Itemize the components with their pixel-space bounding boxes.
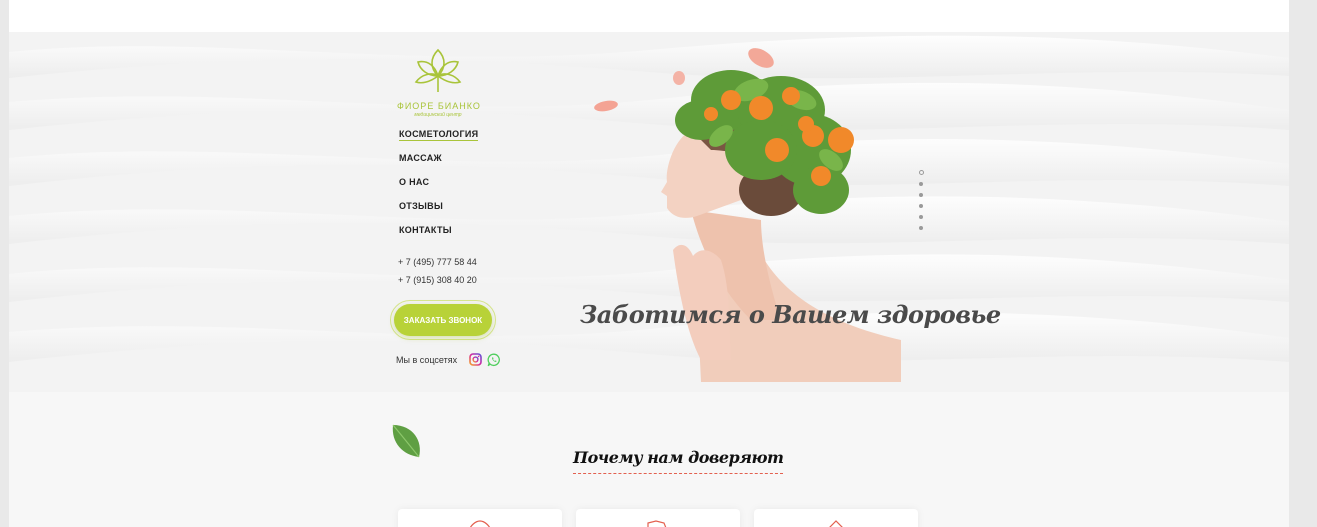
phone-number-2[interactable]: + 7 (915) 308 40 20 bbox=[398, 271, 477, 289]
slider-dot[interactable] bbox=[918, 170, 924, 175]
feature-card[interactable] bbox=[398, 509, 562, 527]
hero-slogan: Заботимся о Вашем здоровье bbox=[580, 300, 1001, 329]
window-gutter bbox=[1289, 0, 1317, 527]
instagram-icon[interactable] bbox=[469, 353, 482, 366]
nav-item-label: КОНТАКТЫ bbox=[399, 225, 452, 235]
brand-logo[interactable]: ФИОРЕ БИАНКО медицинский центр bbox=[397, 46, 481, 118]
feature-icon bbox=[647, 520, 667, 527]
brand-tagline: медицинский центр bbox=[414, 112, 462, 118]
slider-dot[interactable] bbox=[919, 182, 923, 186]
nav-item-about[interactable]: О НАС bbox=[399, 176, 478, 200]
leaf-icon bbox=[392, 424, 420, 458]
whatsapp-icon[interactable] bbox=[487, 353, 501, 367]
nav-item-label: КОСМЕТОЛОГИЯ bbox=[399, 129, 479, 141]
feature-card[interactable] bbox=[576, 509, 740, 527]
callback-button[interactable]: ЗАКАЗАТЬ ЗВОНОК bbox=[394, 304, 492, 336]
feature-card[interactable] bbox=[754, 509, 918, 527]
top-band bbox=[9, 0, 1289, 32]
slider-dot[interactable] bbox=[919, 226, 923, 230]
nav-item-massage[interactable]: МАССАЖ bbox=[399, 152, 478, 176]
hero-image bbox=[594, 48, 901, 382]
phone-number-1[interactable]: + 7 (495) 777 58 44 bbox=[398, 253, 477, 271]
social-links: Мы в соцсетях bbox=[396, 353, 501, 367]
callback-button-ring: ЗАКАЗАТЬ ЗВОНОК bbox=[390, 300, 496, 340]
why-trust-title: Почему нам доверяют bbox=[573, 448, 784, 474]
nav-item-contacts[interactable]: КОНТАКТЫ bbox=[399, 224, 478, 248]
feature-icon bbox=[469, 520, 491, 527]
slider-dot[interactable] bbox=[919, 193, 923, 197]
page: ФИОРЕ БИАНКО медицинский центр КОСМЕТОЛО… bbox=[9, 0, 1289, 527]
nav-item-label: О НАС bbox=[399, 177, 430, 187]
brand-name: ФИОРЕ БИАНКО bbox=[397, 101, 481, 111]
phone-list: + 7 (495) 777 58 44 + 7 (915) 308 40 20 bbox=[398, 253, 477, 289]
nav-item-cosmetology[interactable]: КОСМЕТОЛОГИЯ bbox=[399, 128, 479, 152]
social-label: Мы в соцсетях bbox=[396, 355, 458, 365]
main-nav: КОСМЕТОЛОГИЯ МАССАЖ О НАС ОТЗЫВЫ КОНТАКТ… bbox=[399, 128, 479, 248]
nav-item-label: МАССАЖ bbox=[399, 153, 442, 163]
slider-pagination bbox=[918, 170, 924, 230]
nav-item-reviews[interactable]: ОТЗЫВЫ bbox=[399, 200, 478, 224]
nav-item-label: ОТЗЫВЫ bbox=[399, 201, 444, 211]
feature-icon bbox=[829, 520, 843, 527]
slider-dot[interactable] bbox=[919, 204, 923, 208]
slider-dot[interactable] bbox=[919, 215, 923, 219]
flower-logo-icon bbox=[414, 48, 462, 92]
